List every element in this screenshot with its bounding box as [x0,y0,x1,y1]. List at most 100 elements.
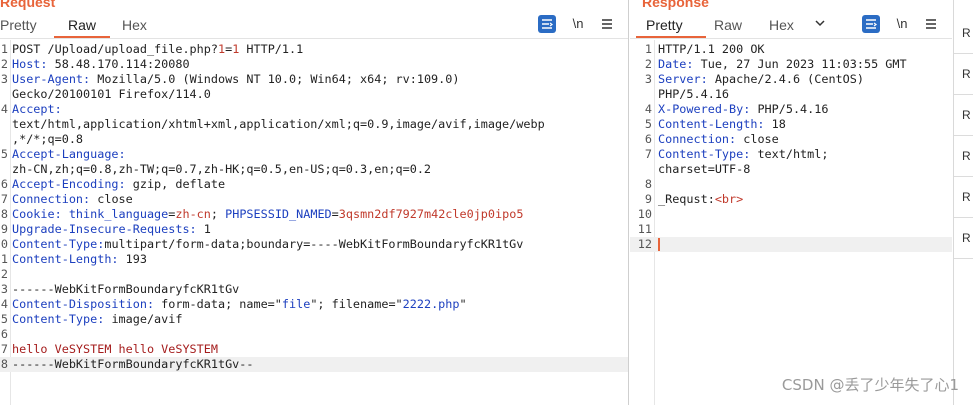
line-number: 10 [637,207,652,221]
token: hello VeSYSTEM hello VeSYSTEM [12,342,218,356]
line-text: Content-Type: text/html; [658,147,828,162]
request-line[interactable]: zh-CN,zh;q=0.8,zh-TW;q=0.7,zh-HK;q=0.5,e… [0,162,628,177]
response-title: Response [642,0,709,10]
request-line[interactable]: 4 Content-Disposition: form-data; name="f… [0,297,628,312]
line-text: text/html,application/xhtml+xml,applicat… [12,117,545,132]
response-line[interactable]: 7 Content-Type: text/html; [630,147,952,162]
request-line[interactable]: 4 Accept: [0,102,628,117]
response-editor[interactable]: 1 HTTP/1.1 200 OK 2 Date: Tue, 27 Jun 2023 … [630,40,952,405]
token: zh-cn [175,207,211,221]
token: Content-Length: [658,117,765,131]
response-wrap-lines-toggle[interactable]: \n [892,15,912,33]
token: image/avif [104,312,183,326]
request-line[interactable]: 7 Connection: close [0,192,628,207]
request-line[interactable]: 2 Host: 58.48.170.114:20080 [0,57,628,72]
token: close [90,192,133,206]
request-line[interactable]: 6 [0,327,628,342]
request-line[interactable]: 0 Content-Type:multipart/form-data;bounda… [0,237,628,252]
hamburger-menu-icon[interactable] [598,15,616,33]
line-number: 9 [0,222,8,236]
pretty-format-icon[interactable] [538,15,556,33]
response-tab-raw[interactable]: Raw [714,17,742,33]
token: Accept-Language: [12,147,126,161]
line-number: 7 [0,192,8,206]
request-tab-raw[interactable]: Raw [68,17,96,33]
line-text: HTTP/1.1 200 OK [658,42,765,57]
token: text/html; [750,147,829,161]
sidebar-item[interactable]: R [962,26,971,40]
response-line[interactable]: PHP/5.4.16 [630,87,952,102]
response-line[interactable]: 6 Connection: close [630,132,952,147]
request-line[interactable]: 3 ------WebKitFormBoundaryfcKR1tGv [0,282,628,297]
token: " [459,297,467,311]
response-line[interactable]: 5 Content-Length: 18 [630,117,952,132]
token: HTTP/1.1 [239,42,304,56]
line-text: Cookie: think_language = zh-cn; PHPSESSID_… [12,207,523,222]
request-line[interactable]: 6 Accept-Encoding: gzip, deflate [0,177,628,192]
chevron-down-icon[interactable] [814,16,826,32]
response-line[interactable]: 2 Date: Tue, 27 Jun 2023 11:03:55 GMT [630,57,952,72]
token: _Requst: [658,192,715,206]
line-text: Content-Disposition: form-data; name="fi… [12,297,467,312]
request-line[interactable]: 2 [0,267,628,282]
token: 2222.php [402,297,460,311]
request-line[interactable]: 1 Content-Length: 193 [0,252,628,267]
sidebar-divider [954,258,973,259]
sidebar-item[interactable]: R [962,190,971,204]
sidebar-item[interactable]: R [962,67,971,81]
token: zh-CN,zh;q=0.8,zh-TW;q=0.7,zh-HK;q=0.5,e… [12,162,432,176]
response-pane: Response Pretty Raw Hex \n 1 HTTP/1.1 200… [630,0,952,405]
token: form-data; name=" [154,297,282,311]
request-line[interactable]: 8 ------WebKitFormBoundaryfcKR1tGv-- [0,357,628,372]
response-line[interactable]: 9 _Requst:<br> [630,192,952,207]
response-tab-hex[interactable]: Hex [769,17,794,33]
request-editor[interactable]: 1 POST /Upload/upload_file.php?1=1 HTTP/1… [0,40,628,405]
request-line[interactable]: ,*/*;q=0.8 [0,132,628,147]
request-line[interactable]: 1 POST /Upload/upload_file.php?1=1 HTTP/1… [0,42,628,57]
request-line[interactable]: 8 Cookie: think_language = zh-cn; PHPSESSID… [0,207,628,222]
response-line[interactable]: 1 HTTP/1.1 200 OK [630,42,952,57]
response-line[interactable]: 12 [630,237,952,252]
response-line[interactable]: charset=UTF-8 [630,162,952,177]
line-number: 12 [637,237,652,251]
token: <br> [714,192,744,206]
request-line[interactable]: 9 Upgrade-Insecure-Requests: 1 [0,222,628,237]
response-hamburger-menu-icon[interactable] [922,15,940,33]
response-line[interactable]: 10 [630,207,952,222]
request-line[interactable]: 7 hello VeSYSTEM hello VeSYSTEM [0,342,628,357]
response-line[interactable]: 3 Server: Apache/2.4.6 (CentOS) [630,72,952,87]
line-text: ------WebKitFormBoundaryfcKR1tGv-- [12,357,253,372]
request-line[interactable]: 5 Accept-Language: [0,147,628,162]
token: Connection: [12,192,91,206]
line-text: _Requst:<br> [658,192,743,207]
line-text: ,*/*;q=0.8 [12,132,83,147]
line-number: 4 [644,102,652,116]
inspector-sidebar: R R R R R R [953,0,973,405]
sidebar-item[interactable]: R [962,108,971,122]
response-line[interactable]: 11 [630,222,952,237]
request-tab-hex[interactable]: Hex [122,17,147,33]
response-pretty-format-icon[interactable] [862,15,880,33]
pane-splitter[interactable] [628,0,629,405]
token: 193 [118,252,147,266]
line-text: Content-Length: 18 [658,117,786,132]
token: = [331,207,339,221]
token: PHPSESSID_NAMED [225,207,332,221]
sidebar-item[interactable]: R [962,231,971,245]
request-line[interactable]: text/html,application/xhtml+xml,applicat… [0,117,628,132]
response-line[interactable]: 8 [630,177,952,192]
line-number: 9 [644,192,652,206]
request-line[interactable]: Gecko/20100101 Firefox/114.0 [0,87,628,102]
line-number: 2 [0,57,8,71]
response-tab-pretty[interactable]: Pretty [646,17,683,33]
wrap-lines-toggle[interactable]: \n [568,15,588,33]
token: think_language [61,207,169,221]
request-tab-pretty[interactable]: Pretty [0,17,37,33]
response-line[interactable]: 4 X-Powered-By: PHP/5.4.16 [630,102,952,117]
token: Content-Type: [658,147,751,161]
token: Tue, 27 Jun 2023 11:03:55 GMT [693,57,907,71]
request-line[interactable]: 5 Content-Type: image/avif [0,312,628,327]
sidebar-item[interactable]: R [962,149,971,163]
request-line[interactable]: 3 User-Agent: Mozilla/5.0 (Windows NT 10.… [0,72,628,87]
line-number: 6 [644,132,652,146]
